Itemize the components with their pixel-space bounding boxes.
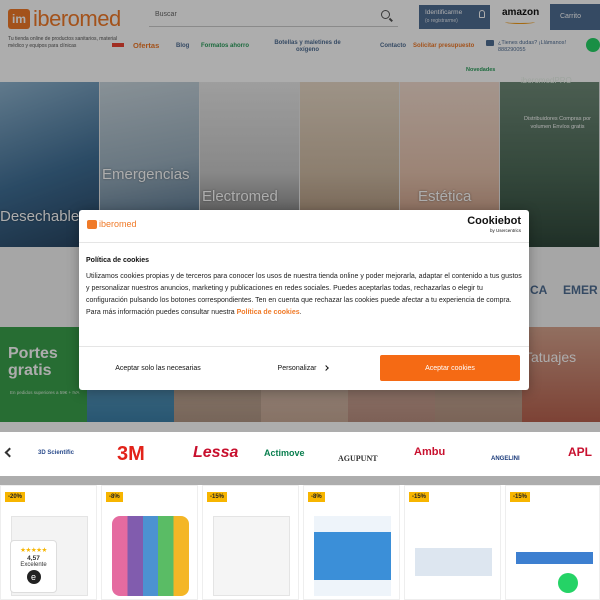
- rating-widget[interactable]: ★★★★★ 4,57 Excelente e: [10, 540, 57, 593]
- cookie-body-end: .: [299, 309, 302, 316]
- product-image: [516, 516, 593, 596]
- cookie-dialog-logo: iberomed: [87, 219, 137, 229]
- cookiebot-sub: by Usercentrics: [489, 228, 521, 233]
- product-image: [314, 516, 391, 596]
- brand-ambu[interactable]: Ambu: [414, 446, 445, 458]
- chevron-right-icon: [323, 365, 330, 371]
- brand-3m[interactable]: 3M: [117, 443, 145, 466]
- accept-necessary-button[interactable]: Aceptar solo las necesarias: [86, 355, 230, 381]
- divider: [79, 346, 529, 347]
- rating-value: 4,57: [27, 555, 40, 562]
- discount-badge: -20%: [5, 492, 26, 502]
- product-card[interactable]: -15%: [202, 485, 299, 600]
- brand-angelini[interactable]: ANGELINI: [491, 456, 520, 462]
- discount-badge: -15%: [409, 492, 430, 502]
- product-image: [213, 516, 290, 596]
- rating-stars: ★★★★★: [20, 547, 47, 554]
- product-image: [112, 516, 189, 596]
- brand-carousel: 3D Scientific 3M Lessa Actimove AGUPUNT …: [0, 432, 600, 476]
- product-card[interactable]: -8%: [303, 485, 400, 600]
- customize-button[interactable]: Personalizar: [231, 355, 375, 381]
- brand-apl[interactable]: APL: [568, 445, 592, 459]
- whatsapp-float-icon[interactable]: [558, 573, 578, 593]
- discount-badge: -8%: [106, 492, 123, 502]
- cookie-title: Política de cookies: [86, 257, 150, 264]
- product-card[interactable]: -8%: [101, 485, 198, 600]
- product-grid: -20% -8% -15% -8% -15% -15%: [0, 485, 600, 600]
- product-card[interactable]: -15%: [505, 485, 600, 600]
- brand-3dscientific[interactable]: 3D Scientific: [38, 450, 74, 456]
- rating-label: Excelente: [20, 562, 47, 568]
- cookie-policy-link[interactable]: Política de cookies: [237, 309, 300, 316]
- cookie-dialog: iberomed Cookiebot by Usercentrics Polít…: [79, 210, 529, 390]
- product-card[interactable]: -15%: [404, 485, 501, 600]
- cookiebot-name: Cookiebot: [467, 215, 521, 227]
- brand-lessa[interactable]: Lessa: [193, 444, 238, 462]
- cookie-brand: iberomed: [99, 219, 137, 229]
- discount-badge: -8%: [308, 492, 325, 502]
- chevron-left-icon[interactable]: [4, 447, 15, 458]
- cookie-body: Utilizamos cookies propias y de terceros…: [86, 271, 524, 319]
- discount-badge: -15%: [207, 492, 228, 502]
- brand-agupunt[interactable]: AGUPUNT: [338, 454, 378, 463]
- product-image: [415, 516, 492, 596]
- logo-mark: [87, 219, 97, 229]
- cookie-body-text: Utilizamos cookies propias y de terceros…: [86, 273, 522, 316]
- brand-actimove[interactable]: Actimove: [264, 448, 305, 458]
- discount-badge: -15%: [510, 492, 531, 502]
- ekomi-badge-icon: e: [26, 570, 41, 584]
- customize-label: Personalizar: [277, 364, 317, 372]
- accept-cookies-button[interactable]: Aceptar cookies: [380, 355, 520, 381]
- cookiebot-logo[interactable]: Cookiebot by Usercentrics: [467, 216, 521, 236]
- divider: [79, 242, 529, 243]
